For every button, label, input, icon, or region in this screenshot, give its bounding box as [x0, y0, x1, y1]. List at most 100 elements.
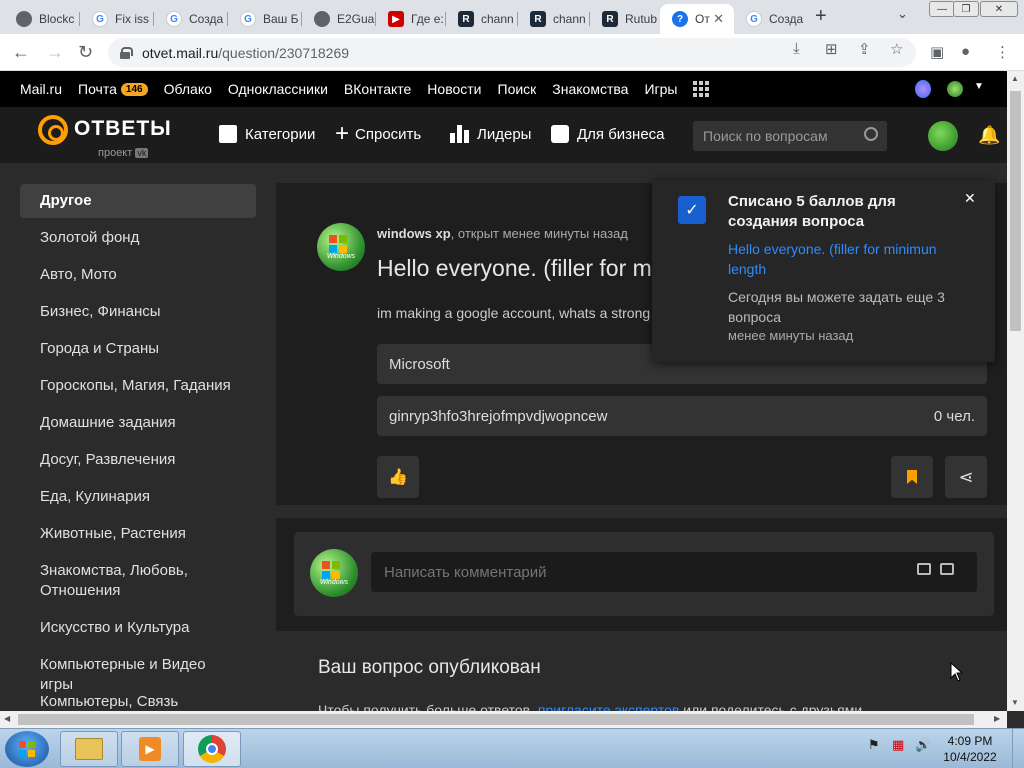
tab-label: chann	[481, 12, 514, 26]
tab-label: chann	[553, 12, 586, 26]
menu-dots-icon[interactable]: ⋮	[995, 43, 1010, 61]
marusia-icon[interactable]	[915, 80, 931, 98]
scroll-left-icon[interactable]: ◀	[4, 714, 10, 723]
sidebar-item[interactable]: Авто, Мото	[20, 265, 256, 285]
close-tab-icon[interactable]: ✕	[713, 11, 724, 27]
new-tab-plus-icon[interactable]: +	[815, 5, 827, 28]
scroll-up-icon[interactable]: ▲	[1011, 74, 1019, 83]
browser-tab[interactable]: G Созда	[734, 4, 806, 34]
volume-icon[interactable]: 🔊	[915, 737, 931, 753]
portal-link-games[interactable]: Игры	[644, 81, 677, 97]
share-icon[interactable]: ⇪	[858, 40, 871, 58]
search-icon[interactable]	[864, 127, 878, 141]
sidebar-item[interactable]: Бизнес, Финансы	[20, 302, 256, 322]
sidebar-item[interactable]: Компьютерные и Видео игры	[20, 655, 256, 695]
sidebar-item[interactable]: Животные, Растения	[20, 524, 256, 544]
taskbar-explorer[interactable]	[60, 731, 118, 767]
sidebar-item[interactable]: Домашние задания	[20, 413, 256, 433]
portal-link-vk[interactable]: ВКонтакте	[344, 81, 411, 97]
browser-tab[interactable]: G Ваш Б	[228, 4, 302, 34]
chrome-icon	[198, 735, 226, 763]
folder-icon	[75, 738, 103, 760]
bookmark-star-icon[interactable]: ☆	[890, 40, 903, 58]
start-button[interactable]	[5, 731, 49, 767]
horizontal-scrollbar[interactable]: ◀ ▶	[0, 711, 1007, 728]
chevron-down-icon[interactable]: ▼	[974, 81, 984, 92]
scroll-right-icon[interactable]: ▶	[994, 714, 1000, 723]
chevron-down-icon[interactable]: ⌄	[897, 6, 908, 22]
portal-link-mailru[interactable]: Mail.ru	[20, 81, 62, 97]
sidebar-item[interactable]: Гороскопы, Магия, Гадания	[20, 376, 256, 396]
author-avatar[interactable]: Windows	[317, 223, 365, 271]
nav-categories[interactable]: Категории	[219, 125, 315, 143]
translate-icon[interactable]: ⊞	[825, 40, 838, 58]
scrollbar-thumb[interactable]	[18, 714, 974, 725]
back-arrow-icon[interactable]: ←	[12, 42, 30, 63]
close-icon[interactable]: ✕	[964, 190, 976, 207]
browser-tab[interactable]: Blockc	[4, 4, 80, 34]
sidebar-item[interactable]: Еда, Кулинария	[20, 487, 256, 507]
scrollbar-thumb[interactable]	[1010, 91, 1021, 331]
sidebar-item[interactable]: Компьютеры, Связь	[20, 692, 256, 712]
video-icon[interactable]	[940, 563, 954, 575]
sidebar-item[interactable]: Знакомства, Любовь, Отношения	[20, 561, 220, 601]
minimize-window-icon[interactable]: —	[929, 1, 955, 17]
browser-tab[interactable]: R chann	[446, 4, 518, 34]
portal-link-ok[interactable]: Одноклассники	[228, 81, 328, 97]
browser-tab[interactable]: E2Gua	[302, 4, 376, 34]
vertical-scrollbar[interactable]: ▲ ▼	[1007, 71, 1024, 711]
show-desktop-button[interactable]	[1012, 729, 1024, 768]
youtube-icon: ▶	[388, 11, 404, 27]
restore-window-icon[interactable]: ❐	[953, 1, 979, 17]
forward-arrow-icon[interactable]: →	[46, 42, 64, 63]
taskbar-chrome[interactable]	[183, 731, 241, 767]
portal-link-mail[interactable]: Почта 146	[78, 81, 148, 97]
sidebar-item-other[interactable]: Другое	[20, 184, 256, 218]
taskbar-clock[interactable]: 4:09 PM 10/4/2022	[940, 733, 1000, 765]
side-panel-icon[interactable]: ▣	[930, 43, 944, 61]
tab-label: E2Gua	[337, 12, 375, 26]
browser-tab[interactable]: ▶ Где е:	[376, 4, 446, 34]
search-input[interactable]: Поиск по вопросам	[693, 121, 887, 151]
author-name[interactable]: windows xp	[377, 226, 451, 241]
share-button[interactable]: ⋖	[945, 456, 987, 498]
nav-leaders[interactable]: Лидеры	[450, 125, 531, 143]
image-icon[interactable]	[917, 563, 931, 575]
portal-link-news[interactable]: Новости	[427, 81, 481, 97]
bell-icon[interactable]: 🔔	[978, 125, 1000, 146]
download-icon[interactable]: ⤓	[793, 40, 800, 57]
sidebar-item[interactable]: Досуг, Развлечения	[20, 450, 256, 470]
rutube-icon: R	[602, 11, 618, 27]
taskbar-media-player[interactable]: ▶	[121, 731, 179, 767]
user-avatar[interactable]	[928, 121, 958, 151]
close-window-icon[interactable]: ✕	[980, 1, 1018, 17]
browser-tab[interactable]: G Созда	[154, 4, 228, 34]
scroll-down-icon[interactable]: ▼	[1011, 698, 1019, 707]
nav-ask[interactable]: + Спросить	[335, 120, 421, 147]
sidebar-item[interactable]: Города и Страны	[20, 339, 256, 359]
poll-option[interactable]: ginryp3hfo3hrejofmpvdjwopncew 0 чел.	[377, 396, 987, 436]
plus-icon: +	[335, 120, 350, 147]
profile-icon[interactable]: ●	[961, 43, 970, 60]
published-title: Ваш вопрос опубликован	[318, 657, 541, 678]
bookmark-button[interactable]	[891, 456, 933, 498]
user-avatar-mini[interactable]	[947, 81, 963, 97]
sidebar-item[interactable]: Искусство и Культура	[20, 618, 256, 638]
comment-input[interactable]	[371, 552, 977, 592]
nav-business[interactable]: Для бизнеса	[551, 125, 665, 143]
reload-icon[interactable]: ↻	[78, 42, 93, 63]
notification-subtitle: Сегодня вы можете задать еще 3 вопроса	[728, 289, 945, 325]
notification-question-link[interactable]: Hello everyone. (filler for minimun leng…	[728, 239, 968, 279]
network-icon[interactable]: ▦	[892, 737, 904, 753]
browser-tab[interactable]: R chann	[518, 4, 590, 34]
portal-link-cloud[interactable]: Облако	[164, 81, 212, 97]
browser-tab[interactable]: R Rutub	[590, 4, 660, 34]
like-button[interactable]: 👍	[377, 456, 419, 498]
sidebar-item[interactable]: Золотой фонд	[20, 228, 256, 248]
action-center-icon[interactable]: ⚑	[868, 737, 880, 753]
browser-tab-active[interactable]: ? От ✕	[660, 4, 734, 34]
browser-tab[interactable]: G Fix iss	[80, 4, 154, 34]
portal-link-search[interactable]: Поиск	[498, 81, 537, 97]
apps-grid-icon[interactable]	[693, 81, 710, 97]
portal-link-dating[interactable]: Знакомства	[552, 81, 628, 97]
